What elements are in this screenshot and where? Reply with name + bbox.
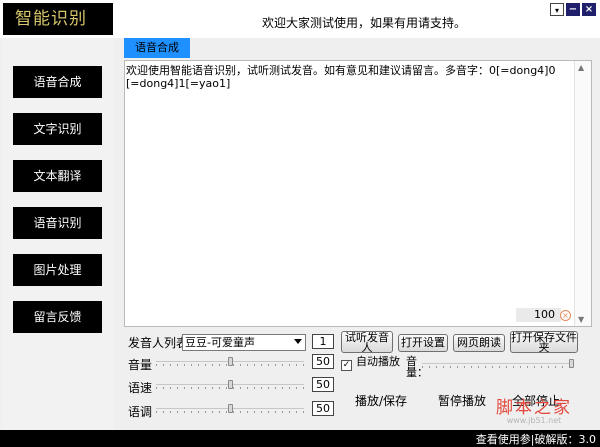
close-button[interactable]: × xyxy=(582,3,596,16)
speed-slider[interactable] xyxy=(156,380,304,389)
sidebar-item-speech-synthesis[interactable]: 语音合成 xyxy=(13,66,102,98)
app-logo: 智能识别 xyxy=(3,3,113,35)
window-controls: ▾ − × xyxy=(550,3,596,16)
tab-speech-synthesis[interactable]: 语音合成 xyxy=(124,38,190,58)
pitch-slider-thumb[interactable] xyxy=(228,404,233,413)
sidebar-item-image-processing[interactable]: 图片处理 xyxy=(13,254,102,286)
play-save-button[interactable]: 播放/保存 xyxy=(355,392,407,409)
speaker-select[interactable]: 豆豆-可爱童声 xyxy=(182,334,306,351)
vertical-scrollbar[interactable]: ▲ ▼ xyxy=(574,61,591,326)
watermark: 脚本之家 www.jb51.net xyxy=(484,393,584,425)
scroll-down-icon[interactable]: ▼ xyxy=(578,315,584,324)
status-text: 查看使用参|破解版：3.0 xyxy=(475,433,596,446)
text-content[interactable]: 欢迎使用智能语音识别，试听测试发音。如有意见和建议请留言。多音字：0[=dong… xyxy=(126,64,572,90)
sound-volume-slider-thumb[interactable] xyxy=(569,359,574,368)
sound-volume-slider[interactable] xyxy=(422,359,574,368)
main-panel: 语音合成 欢迎使用智能语音识别，试听测试发音。如有意见和建议请留言。多音字：0[… xyxy=(114,38,598,430)
char-counter: 100 xyxy=(516,308,561,322)
preview-speaker-button[interactable]: 试听发音人 xyxy=(341,331,393,353)
sidebar: 语音合成 文字识别 文本翻译 语音识别 图片处理 留言反馈 xyxy=(3,38,113,429)
volume-slider[interactable] xyxy=(156,357,304,366)
auto-play-checkbox[interactable]: ✓ xyxy=(341,360,352,371)
sidebar-item-feedback[interactable]: 留言反馈 xyxy=(13,301,102,333)
pitch-value[interactable]: 50 xyxy=(312,401,334,416)
sidebar-item-speech-recognition[interactable]: 语音识别 xyxy=(13,207,102,239)
chevron-down-icon xyxy=(294,339,302,344)
auto-play-label: 自动播放 xyxy=(356,355,400,368)
volume-label: 音量 xyxy=(128,358,153,372)
pitch-label: 语调 xyxy=(128,405,153,419)
minimize-button[interactable]: − xyxy=(566,3,580,16)
sidebar-item-text-recognition[interactable]: 文字识别 xyxy=(13,113,102,145)
speaker-count: 1 xyxy=(312,334,334,349)
text-input-area[interactable]: 欢迎使用智能语音识别，试听测试发音。如有意见和建议请留言。多音字：0[=dong… xyxy=(124,60,592,327)
speed-value[interactable]: 50 xyxy=(312,377,334,392)
app-window: 智能识别 欢迎大家测试使用，如果有用请支持。 ▾ − × 语音合成 文字识别 文… xyxy=(0,0,600,447)
pause-button[interactable]: 暂停播放 xyxy=(438,392,486,409)
title-bar: 智能识别 欢迎大家测试使用，如果有用请支持。 ▾ − × xyxy=(0,0,600,38)
volume-value[interactable]: 50 xyxy=(312,354,334,369)
volume-slider-thumb[interactable] xyxy=(228,357,233,366)
welcome-message: 欢迎大家测试使用，如果有用请支持。 xyxy=(262,16,467,30)
open-save-folder-button[interactable]: 打开保存文件夹 xyxy=(510,331,578,353)
web-read-button[interactable]: 网页朗读 xyxy=(453,334,505,352)
skin-icon[interactable]: ▾ xyxy=(550,3,564,16)
sound-volume-label: 音量： xyxy=(406,355,428,379)
speaker-selected-value: 豆豆-可爱童声 xyxy=(185,336,255,349)
sidebar-item-text-translation[interactable]: 文本翻译 xyxy=(13,160,102,192)
clear-icon[interactable]: × xyxy=(560,310,571,321)
scroll-up-icon[interactable]: ▲ xyxy=(578,63,584,72)
watermark-logo: 脚本之家 xyxy=(496,398,572,418)
speaker-label: 发音人列表 xyxy=(128,336,189,350)
speed-label: 语速 xyxy=(128,381,153,395)
open-settings-button[interactable]: 打开设置 xyxy=(398,334,448,352)
status-bar: 查看使用参|破解版：3.0 xyxy=(0,430,600,447)
pitch-slider[interactable] xyxy=(156,404,304,413)
speed-slider-thumb[interactable] xyxy=(228,380,233,389)
